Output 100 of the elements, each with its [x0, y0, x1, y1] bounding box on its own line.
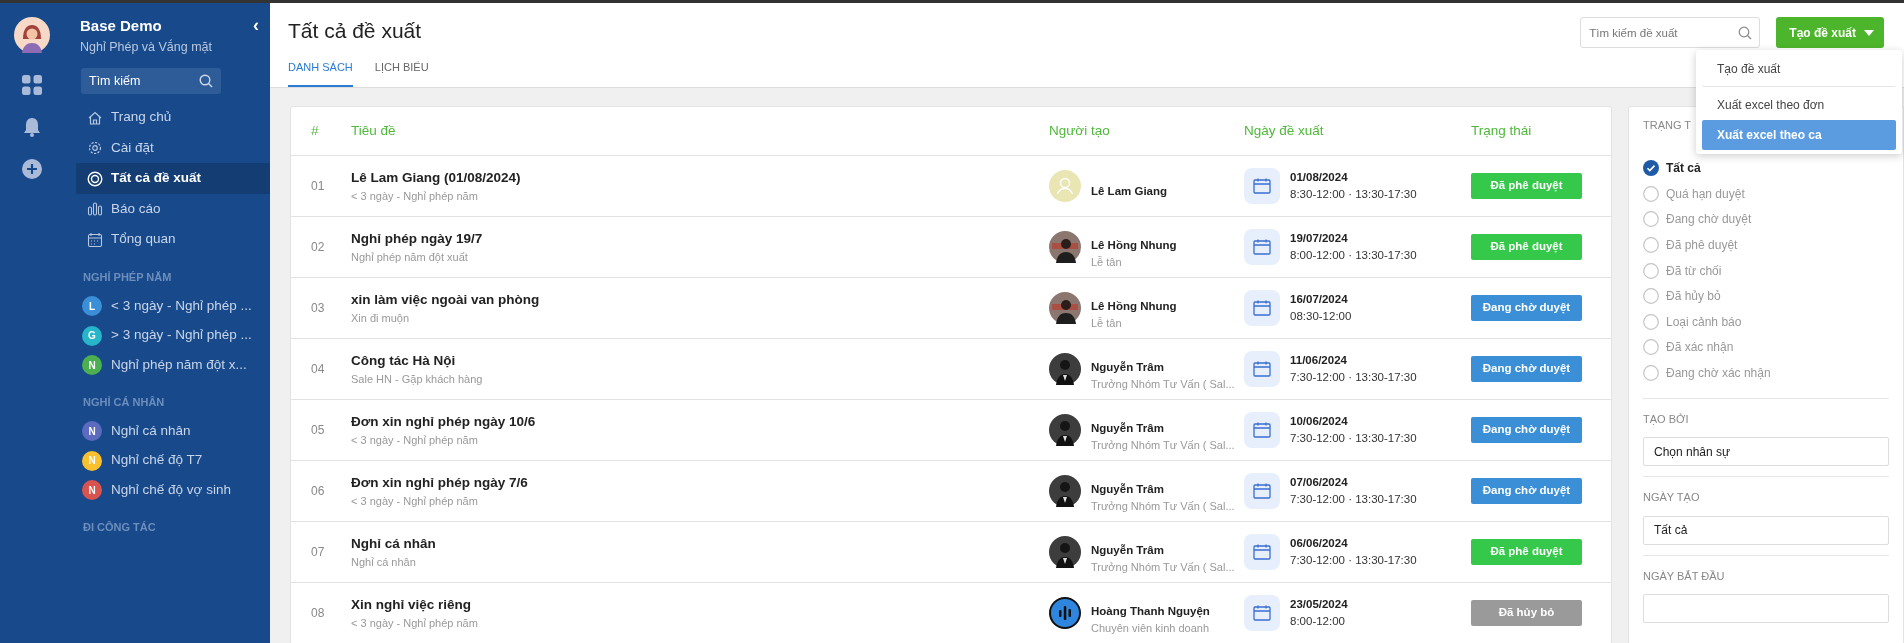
row-number: 07: [311, 545, 325, 560]
request-date: 19/07/2024: [1290, 230, 1349, 246]
calendar-icon: [87, 231, 103, 248]
status-badge: Đã phê duyệt: [1471, 173, 1582, 199]
creator-role: Trưởng Nhóm Tư Vấn ( Sal...: [1091, 498, 1235, 514]
menu-item[interactable]: Tạo đề xuất: [1702, 54, 1896, 87]
row-number: 03: [311, 301, 325, 316]
creator-role: Trưởng Nhóm Tư Vấn ( Sal...: [1091, 437, 1235, 453]
request-date: 06/06/2024: [1290, 535, 1349, 551]
settings-icon: [87, 140, 103, 156]
request-title[interactable]: Đơn xin nghỉ phép ngày 10/6: [351, 411, 1049, 432]
request-title[interactable]: Lê Lam Giang (01/08/2024): [351, 167, 1049, 188]
app-subtitle: Nghỉ Phép và Vắng mặt: [80, 38, 213, 56]
bell-icon[interactable]: [23, 117, 41, 137]
nav-item[interactable]: Tất cả đề xuất: [76, 163, 270, 194]
creator-name: Nguyễn Trâm: [1091, 359, 1165, 375]
creator-role: Lễ tân: [1091, 315, 1123, 331]
request-date: 10/06/2024: [1290, 413, 1349, 429]
tab[interactable]: DANH SÁCH: [288, 46, 353, 87]
calendar-icon: [1244, 595, 1280, 631]
sidebar-item[interactable]: G > 3 ngày - Nghỉ phép ...: [76, 320, 270, 351]
avatar: [1049, 597, 1081, 629]
request-date: 11/06/2024: [1290, 352, 1348, 368]
letter-avatar: N: [82, 355, 102, 375]
nav-item[interactable]: Báo cáo: [76, 193, 270, 225]
status-option[interactable]: Tất cả: [1643, 155, 1889, 182]
caret-icon: [1864, 29, 1874, 36]
avatar-icon[interactable]: [14, 17, 50, 53]
calendar-icon: [1244, 168, 1280, 204]
request-title[interactable]: Đơn xin nghỉ phép ngày 7/6: [351, 472, 1049, 493]
select-field[interactable]: [1643, 594, 1889, 624]
request-title[interactable]: Nghỉ cá nhân: [351, 533, 1049, 554]
item-label: Nghỉ cá nhân: [111, 421, 191, 440]
column-header: #: [311, 122, 319, 138]
avatar: [1049, 231, 1081, 263]
calendar-icon: [1244, 473, 1280, 509]
request-title[interactable]: xin làm việc ngoài van phòng: [351, 289, 1049, 310]
section-heading: NGHỈ PHÉP NĂM: [82, 269, 173, 285]
avatar: [1049, 536, 1081, 568]
sidebar-item[interactable]: L < 3 ngày - Nghỉ phép ...: [76, 291, 270, 321]
request-title[interactable]: Công tác Hà Nội: [351, 350, 1049, 371]
time-range: 7:30-12:00 · 13:30-17:30: [1290, 431, 1417, 446]
request-date: 16/07/2024: [1290, 291, 1349, 307]
row-number: 05: [311, 423, 325, 438]
avatar: [1049, 475, 1081, 507]
request-type: < 3 ngày - Nghỉ phép năm: [351, 432, 479, 448]
time-range: 7:30-12:00 · 13:30-17:30: [1290, 370, 1417, 385]
avatar: [1049, 414, 1081, 446]
select-field[interactable]: Chọn nhân sự: [1643, 437, 1889, 467]
status-badge: Đã phê duyệt: [1471, 539, 1582, 565]
status-badge: Đang chờ duyệt: [1471, 295, 1582, 321]
time-range: 7:30-12:00 · 13:30-17:30: [1290, 553, 1417, 568]
search-icon: [1738, 25, 1753, 40]
apps-icon[interactable]: [22, 75, 42, 95]
item-label: Nghỉ chế độ vợ sinh: [111, 480, 231, 499]
creator-role: Trưởng Nhóm Tư Vấn ( Sal...: [1091, 376, 1235, 392]
nav-item[interactable]: Trang chủ: [76, 102, 270, 133]
calendar-icon: [1244, 351, 1280, 387]
request-title[interactable]: Nghỉ phép ngày 19/7: [351, 228, 1049, 249]
creator-name: Hoàng Thanh Nguyện: [1091, 603, 1210, 620]
time-range: 08:30-12:00: [1290, 309, 1352, 324]
status-badge: Đã phê duyệt: [1471, 234, 1582, 260]
avatar: [1049, 170, 1081, 202]
menu-item[interactable]: Xuất excel theo đơn: [1702, 90, 1896, 120]
column-header: Ngày đề xuất: [1244, 121, 1324, 140]
sidebar-item[interactable]: N Nghỉ cá nhân: [76, 416, 270, 446]
request-type: < 3 ngày - Nghỉ phép năm: [351, 493, 479, 509]
request-type: < 3 ngày - Nghỉ phép năm: [351, 188, 479, 204]
creator-name: Nguyễn Trâm: [1091, 420, 1165, 436]
page-title: Tất cả đề xuất: [288, 18, 423, 44]
item-label: < 3 ngày - Nghỉ phép ...: [111, 296, 252, 315]
select-field[interactable]: Tất cả: [1643, 515, 1889, 545]
creator-name: Nguyễn Trâm: [1091, 481, 1165, 497]
time-range: 7:30-12:00 · 13:30-17:30: [1290, 492, 1417, 507]
request-date: 01/08/2024: [1290, 169, 1349, 185]
sidebar-item[interactable]: N Nghỉ phép năm đột x...: [76, 350, 270, 380]
request-title[interactable]: Xin nghỉ việc riêng: [351, 594, 1049, 615]
sidebar-item[interactable]: N Nghỉ chế độ vợ sinh: [76, 475, 270, 505]
request-type: Nghỉ phép năm đột xuất: [351, 249, 469, 265]
nav-item[interactable]: Tổng quan: [76, 224, 270, 255]
collapse-button[interactable]: ‹: [252, 15, 260, 35]
column-header: Trạng thái: [1471, 122, 1532, 138]
item-label: > 3 ngày - Nghỉ phép ...: [111, 326, 252, 345]
bar-chart-icon: [87, 201, 103, 217]
section-heading: ĐI CÔNG TÁC: [82, 519, 157, 535]
request-date: 07/06/2024: [1290, 474, 1349, 490]
creator-role: Trưởng Nhóm Tư Vấn ( Sal...: [1091, 559, 1235, 575]
row-number: 01: [311, 179, 325, 194]
item-label: Nghỉ phép năm đột x...: [111, 355, 247, 374]
tab[interactable]: LỊCH BIỂU: [374, 46, 429, 87]
request-type: Xin đi muộn: [351, 310, 411, 326]
letter-avatar: N: [82, 450, 102, 471]
letter-avatar: N: [82, 480, 102, 500]
search-field[interactable]: Tìm kiếm đề xuất: [1580, 17, 1761, 48]
column-header: Người tạo: [1049, 121, 1110, 140]
add-icon[interactable]: [22, 159, 42, 179]
search-field[interactable]: Tìm kiếm: [81, 68, 221, 95]
sidebar-item[interactable]: N Nghỉ chế độ T7: [76, 445, 270, 476]
calendar-icon: [1244, 412, 1280, 448]
nav-item[interactable]: Cài đặt: [76, 132, 270, 164]
